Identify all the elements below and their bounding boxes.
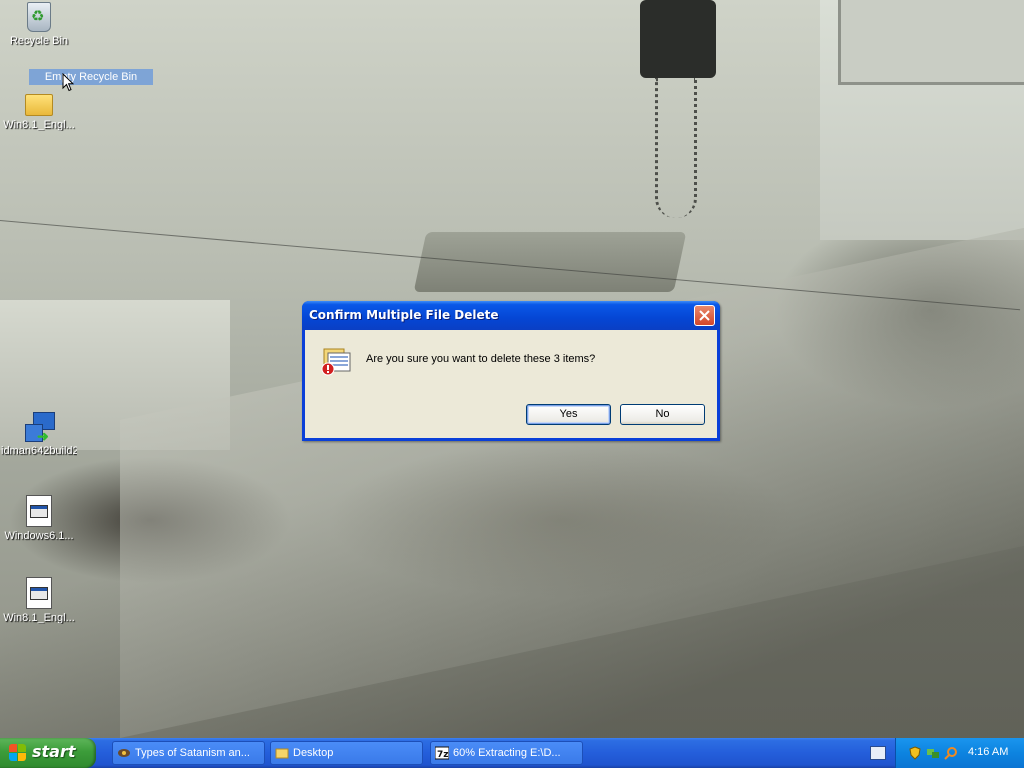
task-7zip-extract[interactable]: 7z 60% Extracting E:\D... xyxy=(430,741,583,765)
close-button[interactable] xyxy=(694,305,715,326)
start-label: start xyxy=(32,742,76,761)
empty-recycle-bin-tooltip[interactable]: Empty Recycle Bin xyxy=(29,69,153,85)
confirm-delete-dialog: Confirm Multiple File Delete Are you sur… xyxy=(302,301,720,441)
start-button[interactable]: start xyxy=(0,738,96,768)
task-desktop-folder[interactable]: Desktop xyxy=(270,741,423,765)
wallpaper-phone xyxy=(640,0,716,78)
network-icon[interactable] xyxy=(926,746,940,760)
no-button[interactable]: No xyxy=(620,404,705,425)
system-tray: 4:16 AM xyxy=(895,738,1024,768)
wallpaper-tray xyxy=(413,232,687,292)
dialog-title: Confirm Multiple File Delete xyxy=(309,308,499,322)
desktop-icon-recycle-bin[interactable]: Recycle Bin xyxy=(1,2,77,47)
svg-text:7z: 7z xyxy=(437,750,449,760)
task-label: Desktop xyxy=(293,747,334,759)
yes-button[interactable]: Yes xyxy=(526,404,611,425)
recycle-bin-icon xyxy=(27,2,51,32)
task-browser[interactable]: Types of Satanism an... xyxy=(112,741,265,765)
dialog-titlebar[interactable]: Confirm Multiple File Delete xyxy=(302,301,720,330)
installer-icon: ➜ xyxy=(25,412,55,444)
desktop-icon-label: Win8.1_Engl... xyxy=(3,119,75,131)
dialog-message: Are you sure you want to delete these 3 … xyxy=(366,353,596,365)
update-package-icon xyxy=(26,577,52,609)
delete-files-warning-icon xyxy=(320,343,354,377)
clock[interactable]: 4:16 AM xyxy=(968,746,1008,758)
browser-icon xyxy=(117,746,131,760)
close-icon xyxy=(699,310,710,321)
windows-logo-icon xyxy=(9,744,27,762)
search-icon[interactable] xyxy=(944,746,958,760)
wallpaper-frame xyxy=(838,0,1024,85)
update-package-icon xyxy=(26,495,52,527)
folder-icon xyxy=(275,746,289,760)
mouse-cursor-icon xyxy=(62,72,75,95)
folder-icon xyxy=(25,94,53,116)
desktop-icon-label: Win8.1_Engl... xyxy=(3,612,75,624)
task-label: Types of Satanism an... xyxy=(135,747,250,759)
desktop-icon-windows61[interactable]: Windows6.1... xyxy=(1,495,77,542)
task-label: 60% Extracting E:\D... xyxy=(453,747,561,759)
security-shield-icon[interactable] xyxy=(908,746,922,760)
dialog-body: Are you sure you want to delete these 3 … xyxy=(305,330,717,438)
7zip-icon: 7z xyxy=(434,746,450,760)
keyboard-language-icon[interactable] xyxy=(870,746,886,760)
desktop-icon-idman[interactable]: ➜ idman642build2 xyxy=(1,412,77,457)
wallpaper-cord xyxy=(655,78,697,218)
desktop-icon-label: Recycle Bin xyxy=(9,35,69,47)
desktop-icon-label: idman642build2 xyxy=(1,445,77,457)
desktop-icon-win81-package[interactable]: Win8.1_Engl... xyxy=(1,577,77,624)
desktop-icon-label: Windows6.1... xyxy=(4,530,74,542)
